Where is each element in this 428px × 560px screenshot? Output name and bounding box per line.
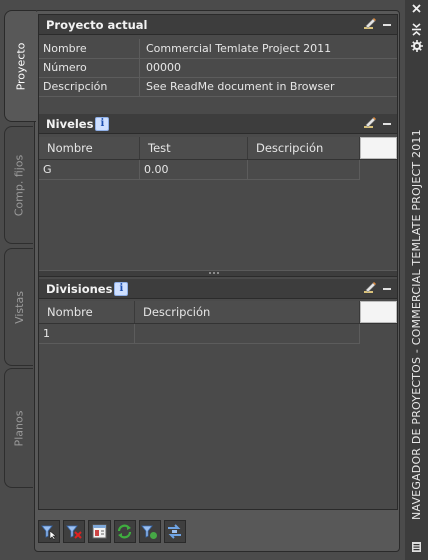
close-project-icon[interactable]: [63, 519, 86, 543]
divisions-cell-description: [135, 324, 360, 343]
project-navigator-palette: Proyecto Comp. fijos Vistas Planos Proye…: [0, 0, 428, 560]
divisions-col-descripcion[interactable]: Descripción: [135, 301, 360, 323]
tab-proyecto-label: Proyecto: [14, 42, 28, 90]
project-description-row[interactable]: Descripción See ReadMe document in Brows…: [39, 77, 397, 97]
panel-content: Proyecto actual Nombre Commercial Temlat…: [38, 14, 398, 510]
tab-vistas-label: Vistas: [12, 290, 26, 324]
minimize-icon[interactable]: [383, 24, 391, 26]
close-icon[interactable]: [405, 3, 428, 17]
divisions-table: Nombre Descripción 1: [39, 301, 397, 344]
table-row[interactable]: G 0.00: [39, 160, 360, 180]
main-panel: Proyecto actual Nombre Commercial Temlat…: [34, 10, 400, 552]
current-project-title: Proyecto actual: [46, 17, 148, 32]
edit-icon[interactable]: [363, 281, 377, 295]
select-project-icon[interactable]: [38, 519, 61, 543]
project-number-row[interactable]: Número 00000: [39, 58, 397, 78]
refresh-icon[interactable]: [113, 519, 136, 543]
project-description-value: See ReadMe document in Browser: [146, 80, 335, 93]
current-project-header: Proyecto actual: [39, 15, 397, 35]
tab-comp-fijos[interactable]: Comp. fijos: [4, 126, 33, 244]
project-name-label: Nombre: [39, 39, 140, 58]
levels-col-blank: [360, 137, 397, 159]
minimize-icon[interactable]: [383, 123, 391, 125]
levels-header: Niveles i: [39, 114, 397, 134]
levels-cell-test: 0.00: [140, 160, 248, 179]
edit-icon[interactable]: [363, 17, 377, 31]
tab-planos[interactable]: Planos: [4, 368, 33, 488]
levels-title: Niveles: [46, 116, 94, 131]
levels-cell-name: G: [39, 160, 140, 179]
project-name-value: Commercial Temlate Project 2011: [146, 42, 332, 55]
info-icon[interactable]: i: [95, 116, 110, 131]
divisions-col-nombre[interactable]: Nombre: [39, 301, 135, 323]
sync-icon[interactable]: [163, 519, 187, 543]
levels-cell-description: [248, 160, 360, 179]
divisions-col-blank: [360, 301, 397, 323]
levels-col-descripcion[interactable]: Descripción: [248, 137, 360, 159]
levels-col-test[interactable]: Test: [140, 137, 248, 159]
table-row[interactable]: 1: [39, 324, 360, 344]
divisions-header: Divisiones i: [39, 279, 397, 299]
levels-table-header: Nombre Test Descripción: [39, 137, 397, 160]
tab-planos-label: Planos: [12, 410, 26, 446]
palette-title-strip: NAVEGADOR DE PROYECTOS - COMMERCIAL TEML…: [405, 0, 428, 560]
levels-col-nombre[interactable]: Nombre: [39, 137, 140, 159]
bottom-toolbar: [38, 519, 187, 543]
divisions-cell-name: 1: [39, 324, 135, 343]
divisions-table-header: Nombre Descripción: [39, 301, 397, 324]
reset-view-icon[interactable]: [138, 519, 161, 543]
properties-icon[interactable]: [405, 40, 428, 55]
project-name-row[interactable]: Nombre Commercial Temlate Project 2011: [39, 39, 397, 59]
minimize-icon[interactable]: [383, 288, 391, 290]
tab-vistas[interactable]: Vistas: [4, 248, 33, 366]
palette-title-text: NAVEGADOR DE PROYECTOS - COMMERCIAL TEML…: [410, 129, 423, 520]
project-number-label: Número: [39, 58, 140, 77]
project-number-value: 00000: [146, 61, 181, 74]
project-description-label: Descripción: [39, 77, 140, 96]
levels-table: Nombre Test Descripción G 0.00: [39, 137, 397, 180]
palette-menu-icon[interactable]: [405, 541, 428, 556]
tab-comp-fijos-label: Comp. fijos: [12, 154, 26, 216]
edit-icon[interactable]: [363, 116, 377, 130]
divisions-title: Divisiones: [46, 281, 113, 296]
section-splitter[interactable]: [39, 270, 397, 277]
project-browser-icon[interactable]: [88, 519, 111, 543]
info-icon[interactable]: i: [114, 281, 129, 296]
palette-title: NAVEGADOR DE PROYECTOS - COMMERCIAL TEML…: [407, 129, 427, 540]
pin-icon[interactable]: [405, 23, 428, 39]
tab-proyecto[interactable]: Proyecto: [4, 10, 36, 122]
